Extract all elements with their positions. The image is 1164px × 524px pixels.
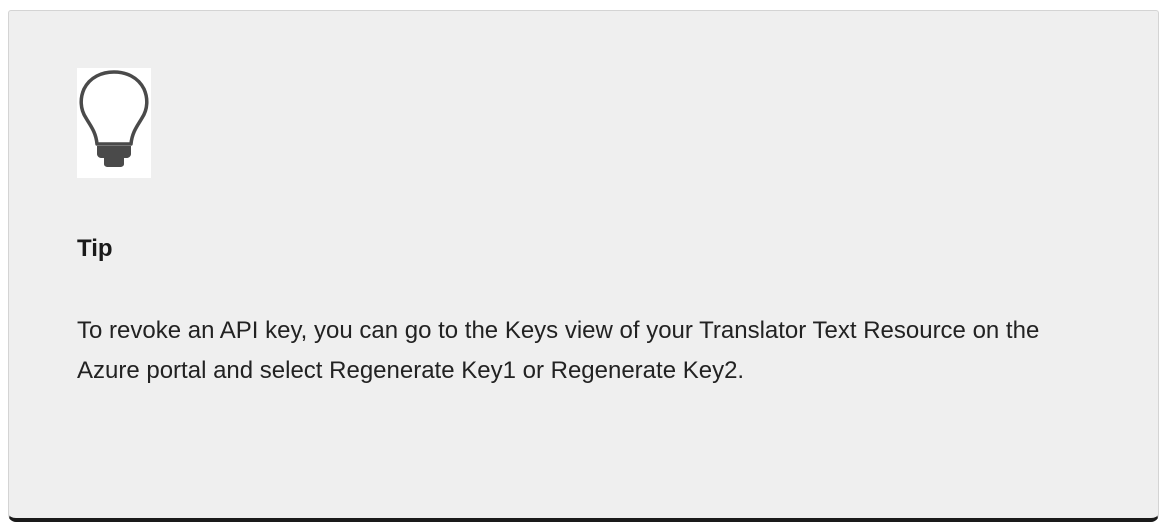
lightbulb-icon [77, 68, 151, 178]
tip-body-text: To revoke an API key, you can go to the … [77, 317, 1040, 384]
tip-title: Tip [77, 235, 113, 262]
tip-callout: Tip To revoke an API key, you can go to … [8, 10, 1159, 522]
